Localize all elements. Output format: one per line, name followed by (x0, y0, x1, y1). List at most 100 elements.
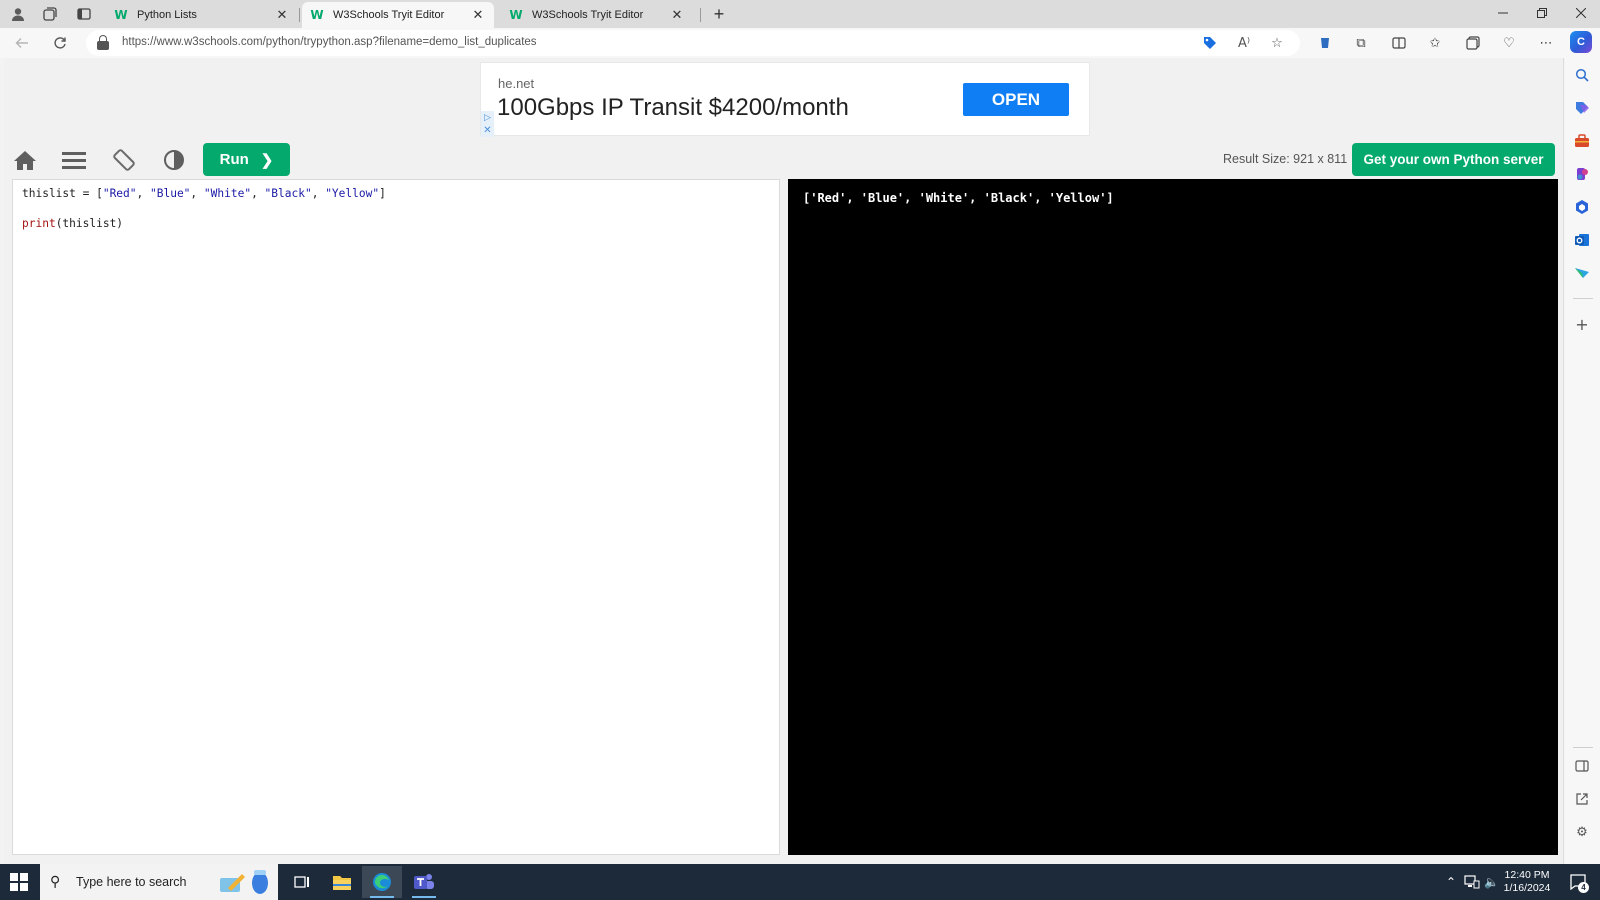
code-separator: , (136, 187, 150, 200)
sidebar-divider (1573, 298, 1593, 299)
ad-banner[interactable]: he.net 100Gbps IP Transit $4200/month OP… (480, 62, 1090, 137)
get-python-server-button[interactable]: Get your own Python server (1352, 143, 1555, 176)
code-string: "Black" (264, 187, 312, 200)
code-separator: , (190, 187, 204, 200)
restore-button[interactable] (1523, 0, 1561, 26)
url-text[interactable]: https://www.w3schools.com/python/trypyth… (122, 36, 537, 48)
shopping-tag-icon[interactable] (1200, 34, 1220, 52)
ad-close-icon[interactable]: ✕ (481, 124, 494, 137)
show-hidden-icons-icon[interactable]: ⌃ (1446, 864, 1456, 900)
tab-tryit-editor-active[interactable]: W W3Schools Tryit Editor ✕ (302, 2, 494, 28)
windows-taskbar: ⚲ Type here to search ⌃ 🔈 12:40 PM 1/16/… (0, 864, 1600, 900)
split-screen-icon[interactable] (1386, 32, 1412, 54)
result-output-panel: ['Red', 'Blue', 'White', 'Black', 'Yello… (788, 179, 1558, 855)
outlook-icon[interactable] (1571, 230, 1593, 250)
search-icon[interactable] (1571, 65, 1593, 85)
browser-essentials-icon[interactable]: ♡ (1496, 32, 1522, 54)
ad-open-button[interactable]: OPEN (963, 83, 1069, 116)
active-indicator (412, 896, 436, 898)
copilot-icon[interactable]: C (1570, 31, 1592, 53)
ad-headline[interactable]: 100Gbps IP Transit $4200/month (497, 94, 849, 122)
task-view-icon[interactable] (282, 866, 322, 898)
favorites-icon[interactable]: ✩ (1422, 32, 1448, 54)
close-tab-icon[interactable]: ✕ (669, 7, 685, 23)
hide-sidebar-icon[interactable] (1571, 756, 1593, 776)
edge-browser-taskbar-icon[interactable] (362, 866, 402, 898)
tab-divider (700, 8, 701, 22)
tools-icon[interactable] (1571, 131, 1593, 151)
sidebar-settings-icon[interactable]: ⚙ (1571, 822, 1593, 842)
code-function: print (22, 217, 56, 230)
sidebar-divider (1573, 747, 1593, 748)
dark-mode-toggle-icon[interactable] (159, 146, 189, 174)
code-args: (thislist) (55, 217, 124, 230)
profile-icon[interactable] (4, 4, 32, 24)
taskbar-search-box[interactable]: ⚲ Type here to search (40, 864, 278, 900)
windows-start-icon[interactable] (10, 873, 28, 891)
lock-icon[interactable] (96, 35, 110, 51)
close-tab-icon[interactable]: ✕ (470, 7, 486, 23)
taskbar-clock[interactable]: 12:40 PM 1/16/2024 (1492, 869, 1562, 895)
read-aloud-icon[interactable]: A⁾ (1234, 34, 1254, 52)
result-output-text: ['Red', 'Blue', 'White', 'Black', 'Yello… (803, 191, 1114, 205)
back-icon[interactable] (10, 32, 34, 54)
favorite-star-icon[interactable]: ☆ (1267, 34, 1287, 52)
ad-domain[interactable]: he.net (498, 76, 534, 91)
tryit-toolbar: Run ❯ Result Size: 921 x 811 Get your ow… (4, 140, 1564, 180)
tab-title: W3Schools Tryit Editor (532, 9, 644, 21)
search-highlight-illustration (220, 870, 268, 894)
extension-icon[interactable] (1312, 32, 1338, 54)
code-editor[interactable]: thislist = ["Red", "Blue", "White", "Bla… (12, 179, 780, 855)
microsoft-365-icon[interactable] (1571, 197, 1593, 217)
tab-divider (299, 8, 300, 22)
code-prefix: thislist = [ (22, 187, 103, 200)
workspaces-icon[interactable] (36, 4, 64, 24)
new-tab-button[interactable]: + (708, 4, 730, 24)
tab-actions-icon[interactable] (70, 4, 98, 24)
code-line-3[interactable]: print(thislist) (22, 217, 123, 230)
add-sidebar-app-icon[interactable]: + (1571, 314, 1593, 334)
minimize-button[interactable] (1484, 0, 1522, 26)
code-suffix: ] (379, 187, 386, 200)
extensions-puzzle-icon[interactable]: ⧉ (1348, 32, 1374, 54)
code-separator: , (311, 187, 326, 200)
code-separator: , (251, 187, 265, 200)
address-bar[interactable]: https://www.w3schools.com/python/trypyth… (86, 30, 1300, 56)
search-icon: ⚲ (50, 874, 61, 890)
notification-count-badge: 4 (1578, 882, 1589, 893)
close-window-button[interactable] (1562, 0, 1600, 26)
run-button[interactable]: Run ❯ (203, 143, 290, 176)
shopping-icon[interactable] (1571, 98, 1593, 118)
collections-icon[interactable] (1460, 32, 1486, 54)
result-size-label: Result Size: 921 x 811 (1223, 152, 1348, 166)
close-tab-icon[interactable]: ✕ (274, 7, 290, 23)
tab-tryit-editor[interactable]: W W3Schools Tryit Editor ✕ (501, 2, 693, 28)
active-indicator (370, 896, 394, 898)
run-button-label: Run (219, 151, 249, 168)
page-viewport: he.net 100Gbps IP Transit $4200/month OP… (4, 58, 1564, 864)
tab-python-lists[interactable]: W Python Lists ✕ (106, 2, 298, 28)
refresh-icon[interactable] (48, 32, 72, 54)
clock-date: 1/16/2024 (1503, 882, 1551, 894)
taskbar-search-placeholder: Type here to search (76, 875, 187, 889)
games-icon[interactable] (1571, 164, 1593, 184)
code-string: "Red" (102, 187, 137, 200)
network-icon[interactable] (1464, 864, 1480, 900)
code-line-1[interactable]: thislist = ["Red", "Blue", "White", "Bla… (22, 187, 386, 200)
open-external-icon[interactable] (1571, 789, 1593, 809)
file-explorer-icon[interactable] (322, 866, 362, 898)
teams-icon[interactable] (404, 866, 444, 898)
home-icon[interactable] (10, 146, 40, 174)
menu-icon[interactable] (59, 146, 89, 174)
drop-icon[interactable] (1571, 263, 1593, 283)
chevron-right-icon: ❯ (260, 151, 274, 169)
w3schools-icon: W (509, 8, 523, 22)
w3schools-icon: W (310, 8, 324, 22)
ad-choices-icon[interactable]: ▷ (481, 111, 494, 124)
tab-title: Python Lists (137, 9, 197, 21)
code-string: "Yellow" (325, 187, 380, 200)
clock-time: 12:40 PM (1504, 869, 1550, 881)
more-options-icon[interactable]: ⋯ (1533, 32, 1559, 54)
tab-strip: W Python Lists ✕ W W3Schools Tryit Edito… (0, 0, 1600, 28)
rotate-orientation-icon[interactable] (109, 146, 139, 174)
